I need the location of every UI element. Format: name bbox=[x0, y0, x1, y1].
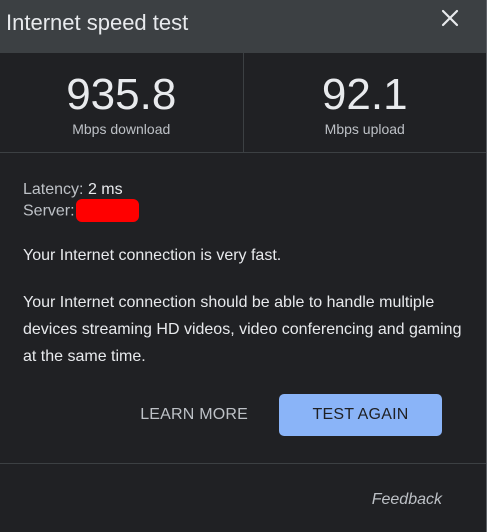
upload-value: 92.1 bbox=[321, 70, 408, 119]
latency-line: Latency: 2 ms bbox=[23, 179, 463, 200]
details-section: Latency: 2 ms Server: Your Internet conn… bbox=[0, 153, 486, 464]
speed-description: Your Internet connection should be able … bbox=[23, 294, 462, 365]
dialog-header: Internet speed test bbox=[0, 0, 486, 53]
test-again-button[interactable]: TEST AGAIN bbox=[279, 394, 442, 436]
speed-summary: Your Internet connection is very fast. bbox=[23, 247, 282, 264]
speed-results: 935.8 Mbps download 92.1 Mbps upload bbox=[0, 53, 486, 153]
server-line: Server: bbox=[23, 199, 463, 223]
close-button[interactable] bbox=[438, 6, 462, 30]
upload-result: 92.1 Mbps upload bbox=[244, 53, 487, 152]
download-value: 935.8 bbox=[66, 70, 177, 119]
learn-more-button[interactable]: LEARN MORE bbox=[140, 406, 248, 424]
dialog-footer: Feedback bbox=[0, 464, 486, 532]
download-result: 935.8 Mbps download bbox=[0, 53, 244, 152]
feedback-link[interactable]: Feedback bbox=[372, 491, 442, 509]
latency-label: Latency: bbox=[23, 181, 84, 198]
close-icon bbox=[441, 9, 459, 27]
server-redaction bbox=[75, 199, 139, 222]
upload-unit: Mbps upload bbox=[324, 121, 405, 137]
download-unit: Mbps download bbox=[72, 121, 171, 137]
speed-test-dialog: Internet speed test 935.8 Mbps download … bbox=[0, 0, 487, 532]
action-buttons: LEARN MORE TEST AGAIN bbox=[140, 394, 442, 436]
dialog-title: Internet speed test bbox=[6, 10, 189, 35]
latency-value: 2 ms bbox=[87, 181, 123, 198]
server-label: Server: bbox=[23, 202, 75, 220]
